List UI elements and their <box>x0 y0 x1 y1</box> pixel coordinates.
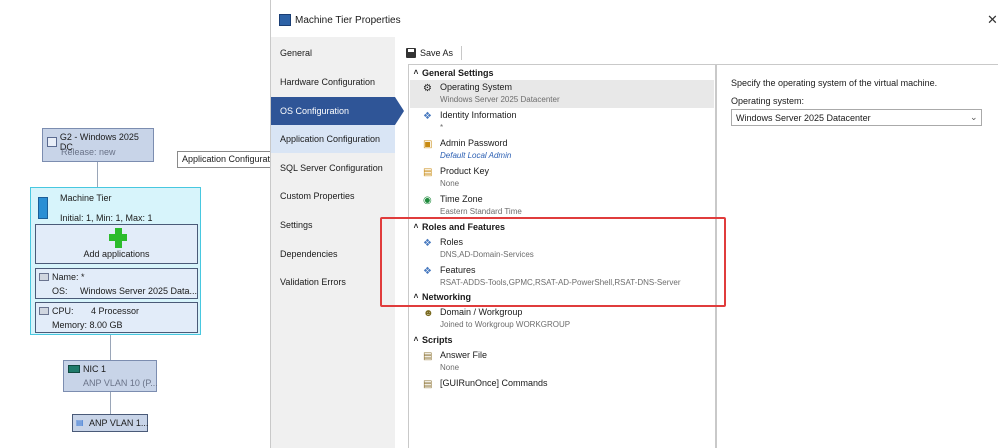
vlan-node[interactable]: ▤ ANP VLAN 1... <box>72 414 148 432</box>
item-title: Operating System <box>440 82 513 92</box>
select-value: Windows Server 2025 Datacenter <box>736 113 871 123</box>
users-icon: ☻ <box>423 308 434 319</box>
section-label: General Settings <box>422 67 494 78</box>
plus-icon <box>109 228 127 248</box>
item-operating-system[interactable]: ⚙ Operating System Windows Server 2025 D… <box>410 80 714 108</box>
name-label: Name: <box>52 272 79 282</box>
item-title: Identity Information <box>440 110 517 120</box>
vlan-title: ANP VLAN 1... <box>89 418 149 428</box>
machine-tier-instances: Initial: 1, Min: 1, Max: 1 <box>60 213 153 223</box>
os-select-label: Operating system: <box>731 96 805 106</box>
vm-template-icon <box>47 137 57 147</box>
operating-system-select[interactable]: Windows Server 2025 Datacenter ⌄ <box>731 109 982 126</box>
vm-template-node[interactable]: G2 - Windows 2025 DC Release: new <box>42 128 154 162</box>
vm-release-label: Release: new <box>61 147 116 157</box>
nav-sidebar: General Hardware Configuration OS Config… <box>271 37 404 448</box>
item-domain-workgroup[interactable]: ☻ Domain / Workgroup Joined to Workgroup… <box>410 305 714 333</box>
os-panel-icon <box>39 273 49 281</box>
nic-title: NIC 1 <box>83 364 107 374</box>
product-key-icon: ▤ <box>423 167 433 178</box>
tag-icon: ❖ <box>423 111 432 122</box>
section-scripts[interactable]: ˄ Scripts <box>410 333 714 346</box>
item-value: Windows Server 2025 Datacenter <box>440 95 560 104</box>
pane-border <box>717 64 998 65</box>
machine-tier-title: Machine Tier <box>60 193 112 203</box>
item-identity-information[interactable]: ❖ Identity Information * <box>410 108 714 136</box>
item-time-zone[interactable]: ◉ Time Zone Eastern Standard Time <box>410 192 714 220</box>
key-icon: ▣ <box>423 139 433 150</box>
network-icon: ▤ <box>76 418 84 427</box>
item-value: Eastern Standard Time <box>440 207 522 216</box>
nav-dependencies[interactable]: Dependencies <box>271 240 395 268</box>
os-value: Windows Server 2025 Data... <box>80 286 198 296</box>
item-value: * <box>440 123 444 132</box>
save-as-button[interactable]: Save As <box>406 44 453 62</box>
nav-hardware-configuration[interactable]: Hardware Configuration <box>271 68 395 96</box>
memory-value: Memory: 8.00 GB <box>52 320 123 330</box>
nic-network: ANP VLAN 10 (P... <box>83 378 158 388</box>
cpu-label: CPU: <box>52 306 74 316</box>
add-applications-button[interactable]: Add applications <box>35 224 198 264</box>
section-general-settings[interactable]: ˄ General Settings <box>410 66 714 79</box>
collapse-icon: ˄ <box>413 68 419 77</box>
item-admin-password[interactable]: ▣ Admin Password Default Local Admin <box>410 136 714 164</box>
item-title: Time Zone <box>440 194 483 204</box>
item-guirunonce-commands[interactable]: ▤ [GUIRunOnce] Commands <box>410 376 714 404</box>
machine-tier-node[interactable]: Machine Tier Initial: 1, Min: 1, Max: 1 … <box>30 187 201 335</box>
item-title: Domain / Workgroup <box>440 307 523 317</box>
window-title: Machine Tier Properties <box>295 15 401 26</box>
item-title: [GUIRunOnce] Commands <box>440 378 548 388</box>
collapse-icon: ˄ <box>413 335 419 344</box>
nav-settings[interactable]: Settings <box>271 211 395 239</box>
selected-arrow <box>395 97 404 125</box>
designer-canvas: G2 - Windows 2025 DC Release: new Applic… <box>0 0 288 448</box>
connector-line <box>97 160 98 187</box>
item-product-key[interactable]: ▤ Product Key None <box>410 164 714 192</box>
os-label: OS: <box>52 286 68 296</box>
section-label: Scripts <box>422 334 453 345</box>
item-value: Default Local Admin <box>440 151 512 160</box>
annotation-highlight-box <box>380 217 726 307</box>
nav-sql-server-configuration[interactable]: SQL Server Configuration <box>271 154 395 182</box>
item-value: None <box>440 363 460 372</box>
globe-icon: ◉ <box>423 195 432 206</box>
nic-node[interactable]: NIC 1 ANP VLAN 10 (P... <box>63 360 158 392</box>
cpu-icon <box>39 307 49 315</box>
connector-line <box>110 392 111 414</box>
nav-validation-errors[interactable]: Validation Errors <box>271 268 395 296</box>
item-answer-file[interactable]: ▤ Answer File None <box>410 348 714 376</box>
nav-custom-properties[interactable]: Custom Properties <box>271 182 395 210</box>
os-setup-icon: ⚙ <box>423 83 432 94</box>
item-value: None <box>440 179 460 188</box>
window-icon <box>279 14 291 26</box>
hardware-summary-panel[interactable]: CPU: 4 Processor Memory: 8.00 GB <box>35 302 198 333</box>
name-value: * <box>81 272 85 282</box>
script-icon: ▤ <box>423 351 433 362</box>
connector-line <box>110 335 111 360</box>
machine-tier-icon <box>38 197 48 219</box>
nic-icon <box>68 365 80 373</box>
save-as-label: Save As <box>420 48 454 58</box>
item-title: Admin Password <box>440 138 508 148</box>
title-bar: Machine Tier Properties ✕ <box>271 8 998 34</box>
item-value: Joined to Workgroup WORKGROUP <box>440 320 571 329</box>
nav-os-configuration-label: OS Configuration <box>280 106 350 116</box>
chevron-down-icon: ⌄ <box>970 112 978 122</box>
item-title: Answer File <box>440 350 488 360</box>
nav-application-configuration[interactable]: Application Configuration <box>271 125 395 153</box>
detail-description: Specify the operating system of the virt… <box>731 78 938 88</box>
close-icon[interactable]: ✕ <box>987 12 998 28</box>
toolbar-separator <box>461 46 462 60</box>
os-summary-panel[interactable]: Name: * OS: Windows Server 2025 Data... <box>35 268 198 299</box>
cpu-value: 4 Processor <box>91 306 140 316</box>
nav-os-configuration[interactable]: OS Configuration <box>271 97 404 125</box>
item-title: Product Key <box>440 166 490 176</box>
detail-pane: Specify the operating system of the virt… <box>717 64 998 448</box>
add-applications-label: Add applications <box>83 249 150 259</box>
nav-general[interactable]: General <box>271 39 395 67</box>
save-icon <box>406 48 416 58</box>
script-icon: ▤ <box>423 379 433 390</box>
